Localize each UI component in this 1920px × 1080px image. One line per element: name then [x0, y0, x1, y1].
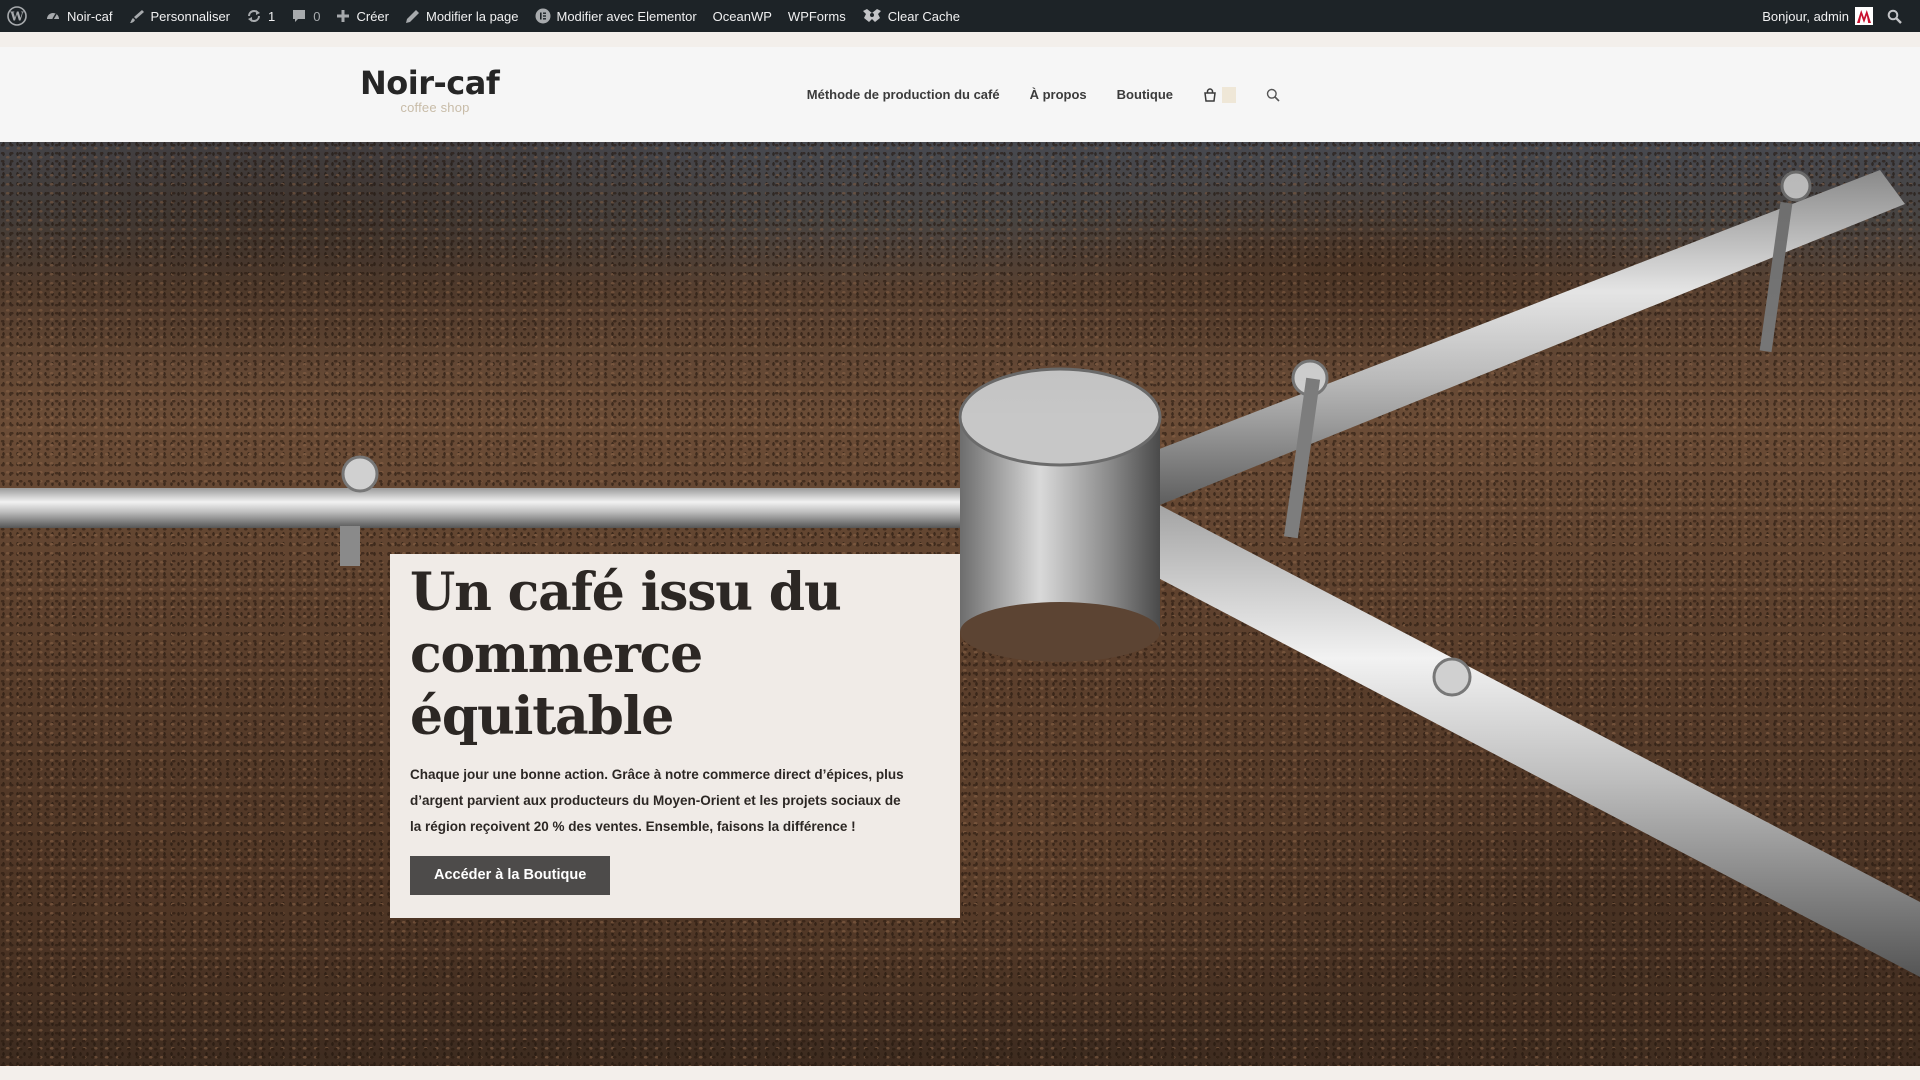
clear-cache-label: Clear Cache: [887, 8, 960, 24]
hero-title: Un café issu du commerce équitable: [410, 562, 842, 747]
dashboard-icon: [47, 13, 59, 20]
main-navigation: Méthode de production du café À propos B…: [777, 47, 1280, 142]
cart-count-badge: 0: [1222, 86, 1236, 103]
cart-link[interactable]: 0: [1203, 86, 1236, 103]
greeting-label: Bonjour, admin: [1762, 8, 1849, 24]
header-search-toggle[interactable]: [1266, 88, 1280, 102]
nav-item-production[interactable]: Méthode de production du café: [807, 87, 1000, 102]
plus-icon: [337, 10, 350, 22]
nav-item-shop[interactable]: Boutique: [1117, 87, 1173, 102]
customize-link[interactable]: Personnaliser: [121, 0, 239, 32]
page-bottom-strip: [0, 1066, 1920, 1080]
edit-page-link[interactable]: Modifier la page: [397, 0, 527, 32]
oceanwp-label: OceanWP: [712, 8, 772, 24]
svg-text:W: W: [9, 10, 24, 24]
hero-text: Chaque jour une bonne action. Grâce à no…: [410, 767, 904, 834]
create-label: Créer: [356, 8, 389, 24]
search-icon: [1887, 9, 1902, 24]
comments-count: 0: [313, 8, 321, 24]
site-name-menu[interactable]: Noir-caf: [37, 0, 121, 32]
comments-link[interactable]: 0: [283, 0, 328, 32]
shop-cta-button[interactable]: Accéder à la Boutique: [410, 856, 611, 895]
search-icon: [1266, 88, 1280, 102]
account-menu[interactable]: Bonjour, admin: [1754, 0, 1881, 32]
site-logo[interactable]: Noir-caf coffee shop: [360, 65, 510, 121]
logo-tagline: coffee shop: [400, 100, 470, 115]
cache-plugin-icon: [862, 9, 881, 22]
admin-search[interactable]: [1881, 0, 1920, 32]
create-menu[interactable]: Créer: [328, 0, 397, 32]
edit-elementor-label: Modifier avec Elementor: [556, 8, 697, 24]
elementor-icon: [535, 8, 550, 24]
site-header: Noir-caf coffee shop Méthode de producti…: [0, 47, 1920, 142]
updates-icon: [248, 10, 261, 22]
updates-count: 1: [268, 8, 276, 24]
brush-icon: [129, 10, 144, 23]
updates-link[interactable]: 1: [238, 0, 283, 32]
pencil-icon: [406, 9, 419, 23]
hero-section: Un café issu du commerce équitable Chaqu…: [0, 142, 1920, 1066]
wpforms-menu[interactable]: WPForms: [780, 0, 854, 32]
wpforms-label: WPForms: [787, 8, 846, 24]
clear-cache-link[interactable]: Clear Cache: [854, 0, 968, 32]
customize-label: Personnaliser: [150, 8, 231, 24]
hero-card: Un café issu du commerce équitable Chaqu…: [390, 554, 960, 918]
wordpress-menu[interactable]: W: [0, 0, 37, 32]
shopping-bag-icon: [1204, 87, 1216, 102]
avatar: [1855, 7, 1873, 25]
admin-bar: W Noir-caf Personnaliser 1 0 Créer Modif…: [0, 0, 1920, 32]
nav-item-about[interactable]: À propos: [1030, 87, 1087, 102]
site-name: Noir-caf: [67, 8, 113, 24]
logo-text: Noir-caf: [360, 64, 500, 102]
edit-page-label: Modifier la page: [426, 8, 519, 24]
wordpress-icon: W: [7, 6, 27, 26]
oceanwp-menu[interactable]: OceanWP: [705, 0, 780, 32]
comment-icon: [293, 10, 306, 22]
edit-elementor-link[interactable]: Modifier avec Elementor: [527, 0, 705, 32]
